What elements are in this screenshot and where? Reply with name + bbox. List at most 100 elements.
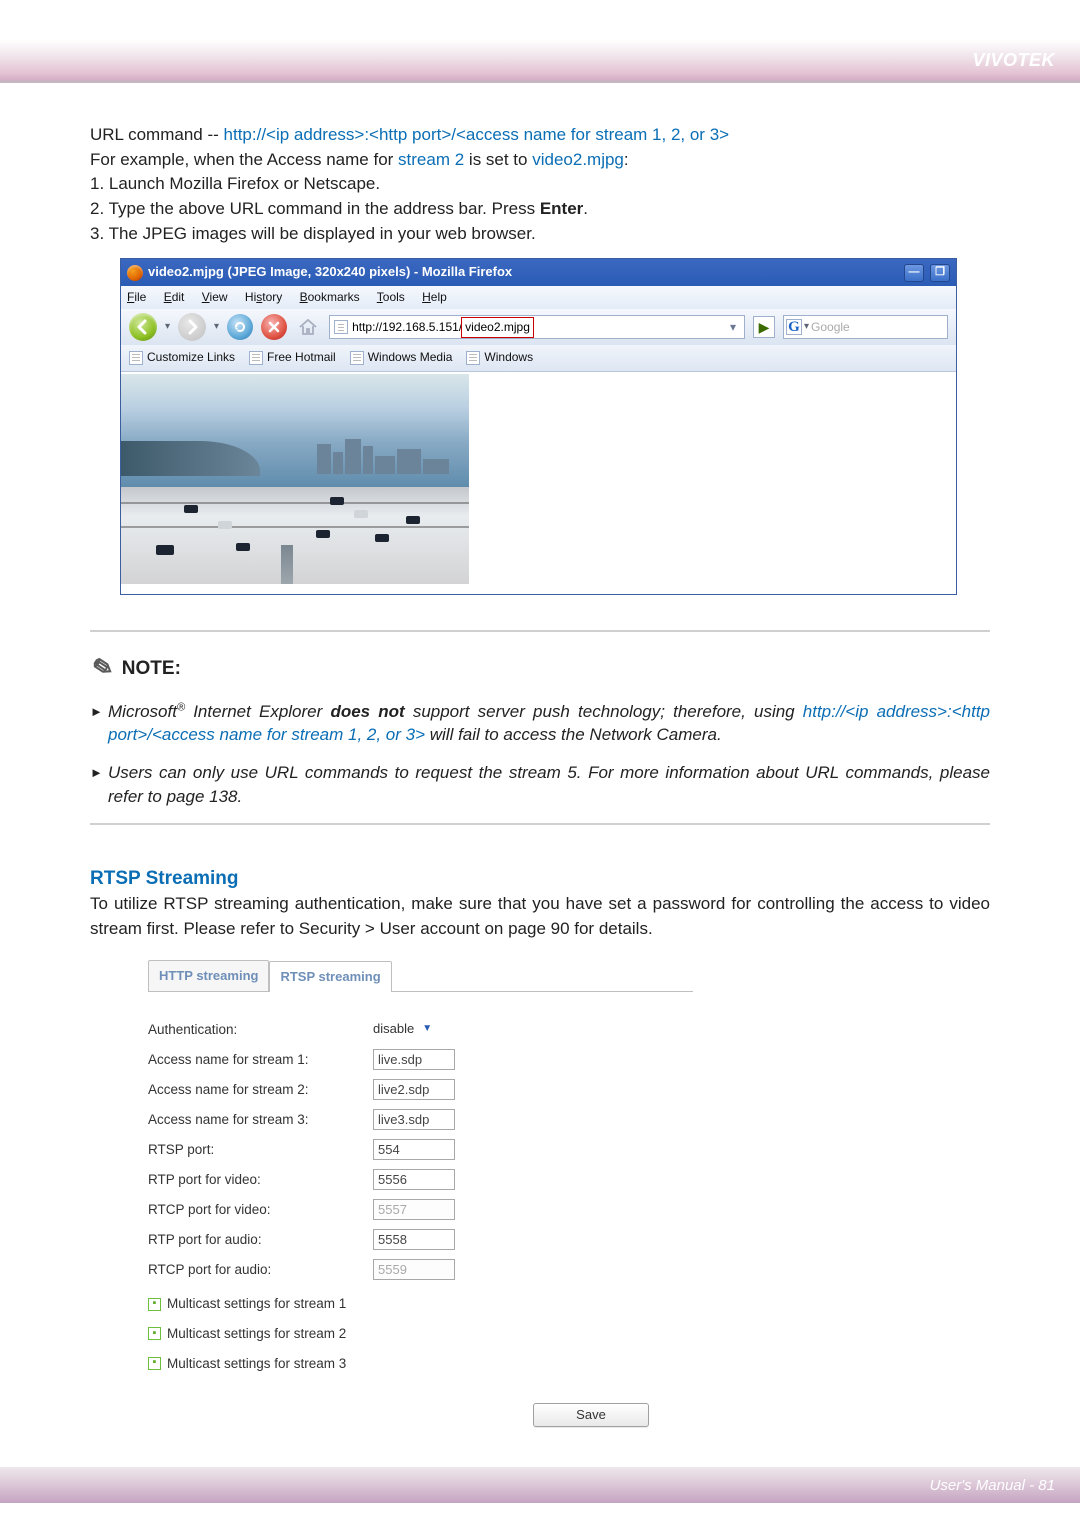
rtcp-video-input <box>373 1199 455 1220</box>
bookmark-icon <box>350 351 364 365</box>
bm-label: Windows Media <box>368 349 453 366</box>
bookmark-icon <box>129 351 143 365</box>
forward-dropdown-icon[interactable]: ▾ <box>214 320 219 335</box>
step2-a: 2. Type the above URL command in the add… <box>90 199 540 218</box>
mjpeg-image <box>121 374 469 584</box>
multi-label: Multicast settings for stream 1 <box>167 1294 346 1314</box>
rtp-audio-input[interactable] <box>373 1229 455 1250</box>
menu-edit[interactable]: Edit <box>164 290 185 304</box>
multicast-stream-3[interactable]: ▪ Multicast settings for stream 3 <box>148 1354 693 1374</box>
rtcp-audio-label: RTCP port for audio: <box>148 1260 373 1280</box>
an2-input[interactable] <box>373 1079 455 1100</box>
an1-input[interactable] <box>373 1049 455 1070</box>
bm-label: Customize Links <box>147 349 235 366</box>
menu-tools[interactable]: Tools <box>377 290 405 304</box>
settings-panel: HTTP streaming RTSP streaming Authentica… <box>148 960 693 1428</box>
google-icon[interactable]: G <box>786 319 802 335</box>
titlebar[interactable]: video2.mjpg (JPEG Image, 320x240 pixels)… <box>121 259 956 286</box>
an2-label: Access name for stream 2: <box>148 1080 373 1100</box>
rtp-video-label: RTP port for video: <box>148 1170 373 1190</box>
tab-http-streaming[interactable]: HTTP streaming <box>148 960 269 992</box>
bookmark-icon <box>466 351 480 365</box>
rtsp-port-label: RTSP port: <box>148 1140 373 1160</box>
an3-input[interactable] <box>373 1109 455 1130</box>
bm-label: Windows <box>484 349 533 366</box>
note-item-2: Users can only use URL commands to reque… <box>90 761 990 809</box>
chevron-down-icon: ▼ <box>422 1022 432 1037</box>
n1-d: support server push technology; therefor… <box>405 702 803 721</box>
n1-doesnot: does not <box>330 702 404 721</box>
example-line: For example, when the Access name for st… <box>90 148 990 173</box>
bookmark-item[interactable]: Windows Media <box>350 349 453 366</box>
multicast-stream-1[interactable]: ▪ Multicast settings for stream 1 <box>148 1294 693 1314</box>
videoname-text: video2.mjpg <box>532 150 624 169</box>
rtsp-port-input[interactable] <box>373 1139 455 1160</box>
expand-icon: ▪ <box>148 1298 161 1311</box>
url-text-plain: http://192.168.5.151/ <box>352 319 462 336</box>
stop-button[interactable] <box>261 314 287 340</box>
rtsp-paragraph: To utilize RTSP streaming authentication… <box>90 892 990 941</box>
example-a: For example, when the Access name for <box>90 150 398 169</box>
menu-view[interactable]: View <box>202 290 228 304</box>
bookmark-item[interactable]: Free Hotmail <box>249 349 336 366</box>
save-button[interactable]: Save <box>533 1403 649 1427</box>
url-pattern: http://<ip address>:<http port>/<access … <box>224 125 730 144</box>
firefox-icon <box>127 265 143 281</box>
example-c: : <box>624 150 629 169</box>
menu-file[interactable]: File <box>127 290 146 304</box>
reload-button[interactable] <box>227 314 253 340</box>
auth-label: Authentication: <box>148 1020 373 1040</box>
step2-c: . <box>583 199 588 218</box>
search-bar[interactable]: G ▾ Google <box>783 315 948 339</box>
bookmark-bar: Customize Links Free Hotmail Windows Med… <box>121 345 956 371</box>
home-button[interactable] <box>295 314 321 340</box>
rtp-audio-label: RTP port for audio: <box>148 1230 373 1250</box>
note-pencil-icon: ✎ <box>84 647 117 690</box>
bm-label: Free Hotmail <box>267 349 336 366</box>
url-prefix: URL command -- <box>90 125 224 144</box>
back-dropdown-icon[interactable]: ▾ <box>165 320 170 335</box>
step-3: 3. The JPEG images will be displayed in … <box>90 222 990 247</box>
expand-icon: ▪ <box>148 1357 161 1370</box>
tab-rtsp-streaming[interactable]: RTSP streaming <box>269 961 391 993</box>
auth-value: disable <box>373 1020 414 1039</box>
minimize-button[interactable]: — <box>904 264 924 282</box>
toolbar: ▾ ▾ http://192.168.5.151/video2.mjpg <box>121 309 956 345</box>
bookmark-item[interactable]: Customize Links <box>129 349 235 366</box>
url-bar[interactable]: http://192.168.5.151/video2.mjpg ▾ <box>329 315 745 339</box>
menubar: File Edit View History Bookmarks Tools H… <box>121 286 956 309</box>
menu-history[interactable]: History <box>245 290 282 304</box>
multi-label: Multicast settings for stream 3 <box>167 1354 346 1374</box>
forward-button[interactable] <box>178 313 206 341</box>
rtcp-video-label: RTCP port for video: <box>148 1200 373 1220</box>
step-2: 2. Type the above URL command in the add… <box>90 197 990 222</box>
bookmark-icon <box>249 351 263 365</box>
back-button[interactable] <box>129 313 157 341</box>
rtsp-heading: RTSP Streaming <box>90 865 990 893</box>
note-heading: NOTE: <box>122 655 181 683</box>
multicast-stream-2[interactable]: ▪ Multicast settings for stream 2 <box>148 1324 693 1344</box>
restore-button[interactable]: ❐ <box>930 264 950 282</box>
footer-text: User's Manual - 81 <box>930 1477 1055 1494</box>
note-item-1: Microsoft® Internet Explorer does not su… <box>90 700 990 748</box>
page-icon <box>334 320 348 334</box>
url-dropdown-icon[interactable]: ▾ <box>726 319 740 336</box>
menu-help[interactable]: Help <box>422 290 447 304</box>
firefox-window: video2.mjpg (JPEG Image, 320x240 pixels)… <box>120 258 957 595</box>
auth-select[interactable]: disable ▼ <box>373 1020 432 1039</box>
example-b: is set to <box>464 150 532 169</box>
n1-e: will fail to access the Network Camera. <box>425 725 722 744</box>
menu-bookmarks[interactable]: Bookmarks <box>300 290 360 304</box>
expand-icon: ▪ <box>148 1327 161 1340</box>
window-title: video2.mjpg (JPEG Image, 320x240 pixels)… <box>148 263 512 282</box>
url-text-highlight: video2.mjpg <box>461 317 534 338</box>
go-button[interactable]: ▶ <box>753 316 775 338</box>
stream2-text: stream 2 <box>398 150 464 169</box>
n1-ms: Microsoft <box>108 702 177 721</box>
bookmark-item[interactable]: Windows <box>466 349 533 366</box>
step2-enter: Enter <box>540 199 583 218</box>
rtp-video-input[interactable] <box>373 1169 455 1190</box>
search-engine-dropdown-icon[interactable]: ▾ <box>804 320 809 335</box>
an3-label: Access name for stream 3: <box>148 1110 373 1130</box>
browser-content <box>121 374 956 594</box>
